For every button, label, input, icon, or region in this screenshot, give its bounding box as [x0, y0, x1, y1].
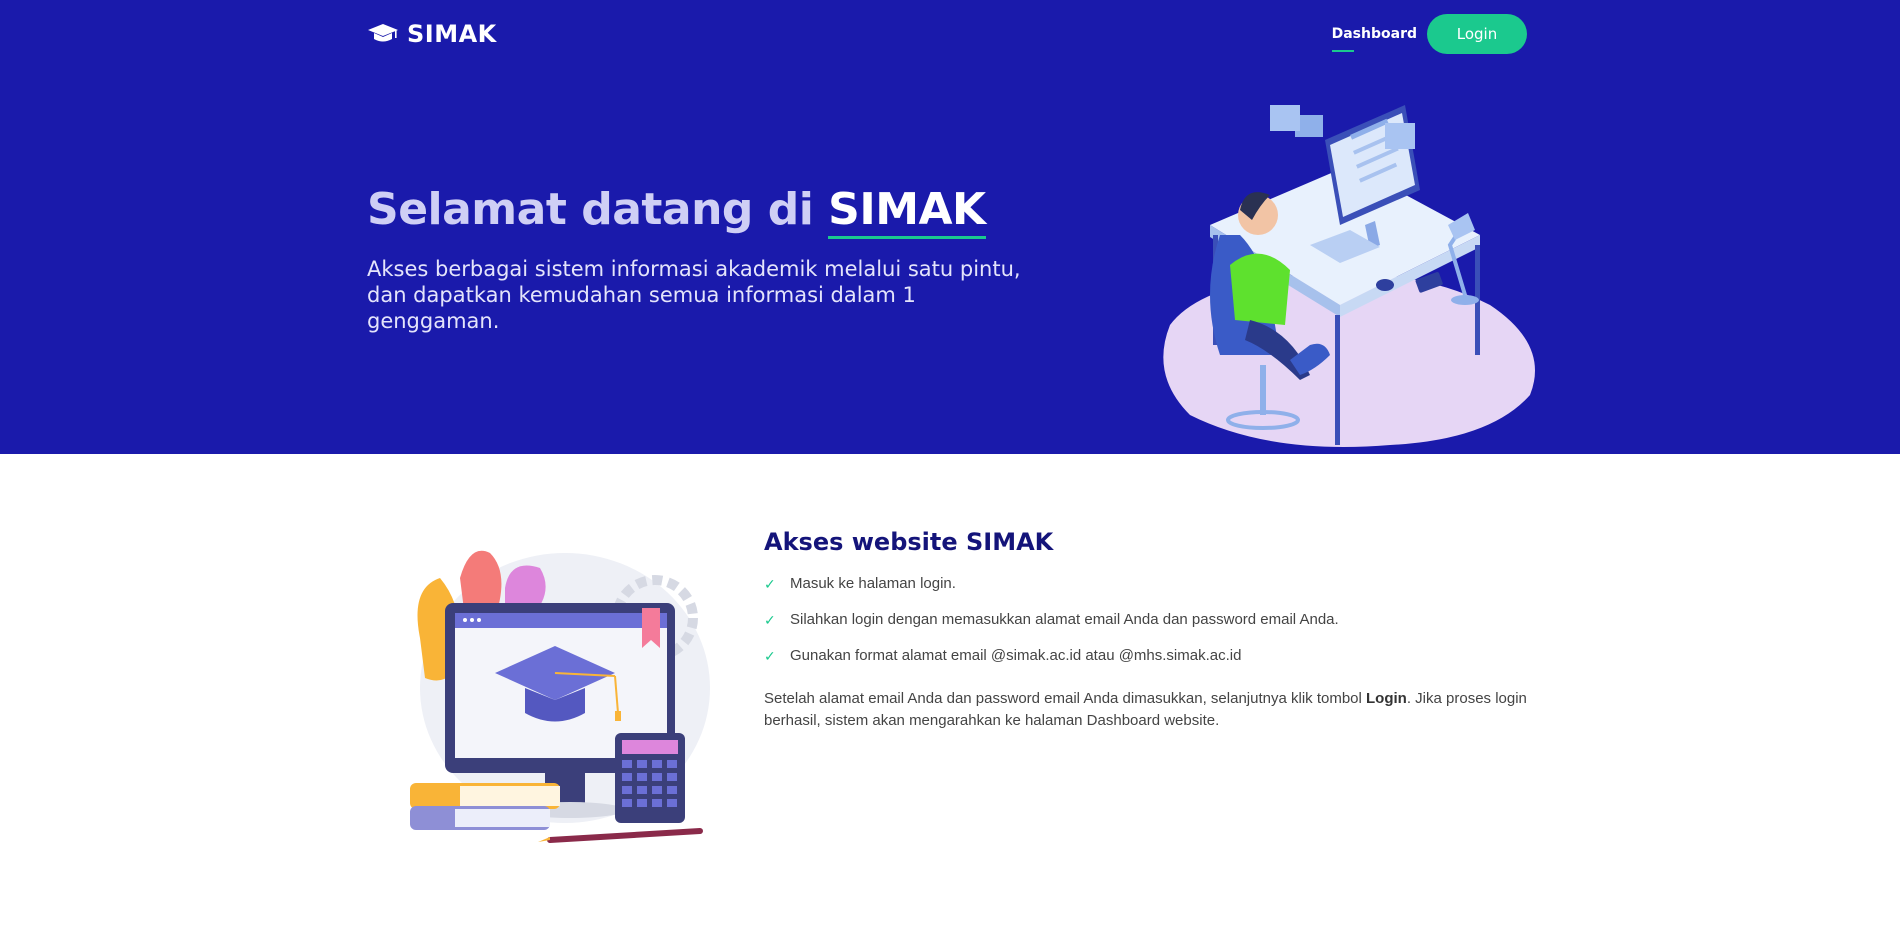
login-button[interactable]: Login: [1427, 14, 1527, 54]
list-item: ✓ Silahkan login dengan memasukkan alama…: [764, 610, 1534, 630]
step-text: Masuk ke halaman login.: [790, 575, 956, 592]
check-icon: ✓: [764, 648, 776, 664]
hero-subtitle: Akses berbagai sistem informasi akademik…: [367, 257, 1021, 333]
info-title: Akses website SIMAK: [764, 528, 1054, 556]
access-info: Akses website SIMAK ✓ Masuk ke halaman l…: [764, 528, 1534, 732]
list-item: ✓ Masuk ke halaman login.: [764, 574, 1534, 594]
hero-title-prefix: Selamat datang di: [367, 184, 829, 235]
hero-section: SIMAK Dashboard Login Selamat datang di …: [0, 0, 1900, 454]
steps-list: ✓ Masuk ke halaman login. ✓ Silahkan log…: [764, 574, 1534, 666]
step-text: Silahkan login dengan memasukkan alamat …: [790, 611, 1339, 628]
workspace-illustration: [1163, 105, 1535, 447]
brand-logo[interactable]: SIMAK: [367, 20, 497, 48]
hero-title-highlight: SIMAK: [828, 184, 986, 235]
step-text: Gunakan format alamat email @simak.ac.id…: [790, 647, 1242, 664]
nav-actions: Dashboard Login: [1331, 14, 1527, 54]
info-paragraph: Setelah alamat email Anda dan password e…: [764, 688, 1534, 732]
graduation-cap-icon: [368, 24, 398, 42]
paragraph-text: Setelah alamat email Anda dan password e…: [764, 690, 1367, 707]
list-item: ✓ Gunakan format alamat email @simak.ac.…: [764, 646, 1534, 666]
hero-title: Selamat datang di SIMAK: [367, 184, 986, 235]
paragraph-login-bold: Login: [1366, 690, 1407, 707]
academic-illustration: [410, 550, 710, 843]
nav-link-dashboard[interactable]: Dashboard: [1331, 22, 1417, 52]
check-icon: ✓: [764, 576, 776, 592]
check-icon: ✓: [764, 612, 776, 628]
navbar: SIMAK Dashboard Login: [367, 14, 1527, 54]
brand-name: SIMAK: [407, 20, 497, 48]
